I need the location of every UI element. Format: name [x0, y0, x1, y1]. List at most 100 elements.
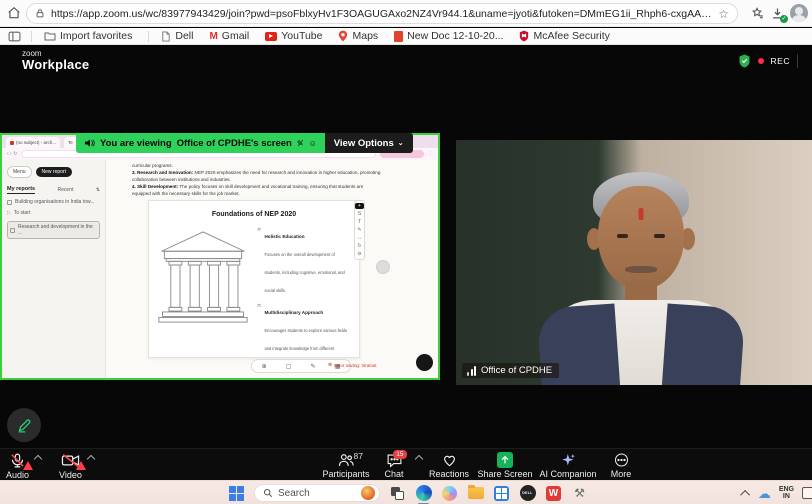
image-tool-icon: ▢ [285, 363, 292, 370]
video-button[interactable]: Video [59, 450, 86, 480]
scroll-button [376, 260, 390, 274]
recording-indicator: REC [738, 54, 798, 68]
research-icon [257, 377, 260, 378]
slide-title: Foundations of NEP 2020 [211, 211, 297, 218]
tools-app-icon[interactable]: ⚒ [571, 485, 588, 502]
taskbar-search[interactable]: Search [254, 484, 380, 502]
error-saving-text: Error saving: timeout [328, 362, 376, 368]
pen-tool-icon: ✎ [310, 363, 316, 370]
slide-item: Research and InnovationEmphasizes the ne… [257, 377, 351, 378]
audio-warning-icon [23, 461, 34, 470]
chat-unread-badge: 15 [393, 450, 407, 459]
mcafee-shield-icon [520, 30, 529, 42]
slide-item: Holistic Education Focuses on the overall… [257, 225, 351, 297]
shared-app-content: Menu New report My reports Recent ⇅ Buil… [2, 160, 438, 378]
reactions-button[interactable]: Reactions [424, 450, 474, 479]
bookmark-dell[interactable]: Dell [161, 30, 193, 42]
edge-icon[interactable] [415, 485, 432, 504]
dell-app-icon[interactable]: DELL [519, 485, 536, 502]
sparkle-icon [561, 454, 575, 466]
bookmark-import-favorites[interactable]: Import favorites [44, 30, 132, 42]
bookmark-mcafee[interactable]: McAfee Security [519, 30, 610, 42]
help-bubble-button [416, 354, 433, 371]
sidebar-toggle-icon[interactable] [8, 31, 21, 42]
rec-dot [757, 58, 764, 64]
shared-menu-chip: Menu [7, 166, 32, 178]
language-indicator[interactable]: ENG IN [779, 486, 794, 501]
file-explorer-icon[interactable] [467, 485, 484, 502]
audio-button[interactable]: Audio [6, 450, 34, 480]
microsoft-store-icon[interactable] [493, 485, 510, 502]
slide-annotation-toolbar: + S T ✎ ↔ ↻ ⊖ [354, 200, 365, 260]
share-screen-icon [497, 452, 513, 468]
start-button[interactable] [228, 485, 245, 502]
speaker-icon [84, 139, 95, 147]
rec-label: REC [770, 56, 790, 66]
zoom-tool-icon: ⊕ [261, 363, 267, 370]
chat-button[interactable]: 15 Chat [374, 450, 414, 479]
bookmark-youtube[interactable]: YouTube [265, 30, 322, 42]
more-button[interactable]: More [600, 450, 642, 479]
shared-tab-1: (no subject) - arch... [6, 137, 61, 148]
lock-icon [35, 8, 45, 19]
bookmark-gmail[interactable]: M Gmail [209, 30, 249, 42]
more-ellipsis-icon [614, 453, 628, 467]
search-seasonal-icon [361, 486, 375, 500]
multidisciplinary-icon [257, 303, 262, 308]
url-text: https://app.zoom.us/wc/83977943429/join?… [51, 7, 718, 20]
screen: https://app.zoom.us/wc/83977943429/join?… [0, 0, 812, 504]
audio-level-icon [467, 365, 476, 376]
chat-options-chevron[interactable] [414, 454, 424, 464]
browser-address-row: https://app.zoom.us/wc/83977943429/join?… [0, 0, 812, 27]
share-screen-button[interactable]: Share Screen [474, 450, 536, 479]
nep-slide: Foundations of NEP 2020 Holistic Educati… [148, 200, 360, 369]
task-view-icon[interactable] [389, 485, 406, 502]
audio-options-chevron[interactable] [33, 454, 43, 464]
ai-companion-button[interactable]: AI Companion [536, 450, 600, 479]
meeting-controls-bar: Audio Video 87 Participants 15 Chat Reac… [0, 448, 812, 480]
viewing-banner: You are viewing Office of CPDHE's screen… [76, 133, 413, 153]
participant-name: Office of CPDHE [481, 365, 553, 376]
downloads-icon[interactable]: ✓ [768, 4, 788, 23]
shared-new-report-chip: New report [35, 167, 72, 177]
tray-overflow-chevron[interactable] [739, 489, 750, 500]
video-options-chevron[interactable] [86, 454, 96, 464]
participants-icon [338, 454, 354, 466]
shared-document-text: curricular programs. 3. Research and Inn… [132, 163, 381, 196]
onedrive-icon[interactable]: ☁ [758, 487, 771, 500]
download-complete-check: ✓ [780, 15, 788, 23]
shared-report-item: Building organisations in India tow... [7, 199, 100, 205]
shared-app-sidebar: Menu New report My reports Recent ⇅ Buil… [2, 160, 106, 378]
shared-screen-view: (no subject) - arch... Te + ‹ › ↻⋮ Menu … [0, 133, 440, 380]
profile-avatar[interactable] [790, 4, 808, 22]
participant-person [536, 171, 746, 385]
reaction-smiley-icon: ☺ [308, 138, 317, 148]
favorite-star-icon[interactable]: ☆ [718, 7, 729, 21]
touch-keyboard-icon[interactable] [802, 487, 812, 499]
red-w-app-icon[interactable]: W [545, 485, 562, 502]
participant-nameplate: Office of CPDHE [462, 363, 560, 378]
bookmark-maps[interactable]: Maps [338, 30, 378, 42]
gmail-icon: M [209, 30, 218, 42]
home-icon[interactable] [5, 4, 23, 22]
video-warning-icon [75, 461, 86, 470]
annotate-button[interactable] [7, 408, 41, 442]
bookmarks-bar: Import favorites Dell M Gmail YouTube Ma… [0, 28, 812, 45]
security-shield-icon[interactable] [738, 54, 751, 68]
participant-video-tile[interactable]: Office of CPDHE [456, 140, 812, 385]
view-options-button[interactable]: View Options ⌄ [324, 133, 413, 153]
copilot-icon[interactable] [441, 485, 458, 502]
temple-illustration [158, 231, 248, 323]
shared-report-item: ▷ To start [7, 210, 31, 216]
participants-button[interactable]: 87 Participants [318, 450, 374, 479]
bookmark-new-doc[interactable]: New Doc 12-10-20... [394, 30, 503, 42]
participants-count: 87 [353, 451, 363, 461]
address-bar[interactable]: https://app.zoom.us/wc/83977943429/join?… [26, 3, 738, 24]
doc-icon [394, 30, 404, 42]
youtube-icon [265, 31, 278, 41]
shared-report-item-selected: Research and development in the ... [7, 221, 100, 239]
search-icon [263, 488, 273, 498]
collections-icon[interactable] [748, 4, 766, 22]
maps-pin-icon [339, 30, 348, 42]
pencil-icon [18, 418, 30, 433]
